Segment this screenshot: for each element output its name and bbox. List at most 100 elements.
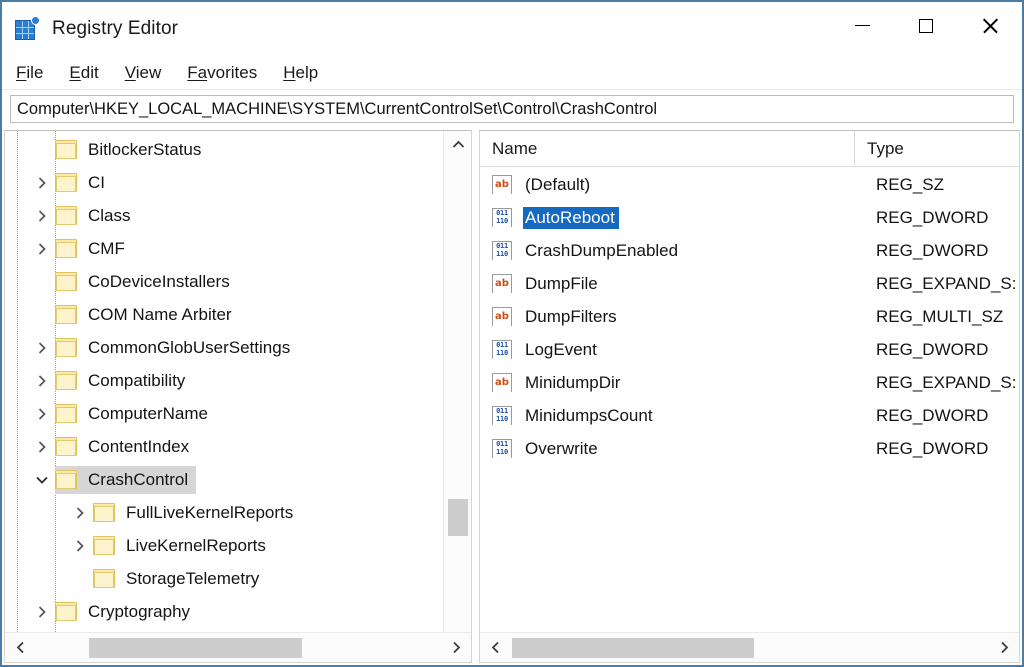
value-row[interactable]: ab DumpFile REG_EXPAND_S: <box>480 267 1019 300</box>
value-row[interactable]: ab DumpFilters REG_MULTI_SZ <box>480 300 1019 333</box>
menu-bar: File Edit View Favorites Help <box>2 56 1022 90</box>
value-name: MinidumpsCount <box>525 405 653 425</box>
chevron-right-icon[interactable] <box>441 633 471 662</box>
string-value-icon: ab <box>492 372 514 393</box>
chevron-down-icon[interactable] <box>29 466 55 494</box>
value-row[interactable]: 011 110 CrashDumpEnabled REG_DWORD <box>480 234 1019 267</box>
value-row[interactable]: ab MinidumpDir REG_EXPAND_S: <box>480 366 1019 399</box>
key-tree-pane: BitlockerStatus CI Class CMF CoDeviceInstall… <box>4 130 472 663</box>
minimize-button[interactable] <box>830 2 894 49</box>
tree-item-com-name-arbiter[interactable]: COM Name Arbiter <box>5 298 471 331</box>
tree-item-label: CI <box>88 173 105 192</box>
chevron-right-icon[interactable] <box>29 400 55 428</box>
folder-icon <box>55 238 79 259</box>
tree-horizontal-scrollbar[interactable] <box>5 632 471 662</box>
folder-icon <box>55 271 79 292</box>
key-tree-body[interactable]: BitlockerStatus CI Class CMF CoDeviceInstall… <box>5 131 471 632</box>
maximize-button[interactable] <box>894 2 958 49</box>
tree-item-bitlockerstatus[interactable]: BitlockerStatus <box>5 133 471 166</box>
values-hscroll-thumb[interactable] <box>512 638 754 658</box>
chevron-right-icon[interactable] <box>29 433 55 461</box>
tree-item-label: Class <box>88 206 131 225</box>
tree-item-label: COM Name Arbiter <box>88 305 232 324</box>
chevron-right-icon[interactable] <box>29 202 55 230</box>
folder-icon <box>55 172 79 193</box>
string-value-icon: ab <box>492 174 514 195</box>
folder-icon <box>55 205 79 226</box>
value-name: AutoReboot <box>523 206 619 229</box>
tree-item-label: FullLiveKernelReports <box>126 503 294 522</box>
value-type: REG_DWORD <box>876 207 989 227</box>
dword-value-icon: 011 110 <box>492 240 514 261</box>
value-type: REG_DWORD <box>876 339 989 359</box>
chevron-right-icon[interactable] <box>29 598 55 626</box>
pane-splitter[interactable] <box>472 130 479 663</box>
tree-item-label: StorageTelemetry <box>126 569 260 588</box>
dword-value-icon: 011 110 <box>492 405 514 426</box>
tree-item-cryptography[interactable]: Cryptography <box>5 595 471 628</box>
tree-item-codeviceinstallers[interactable]: CoDeviceInstallers <box>5 265 471 298</box>
address-bar[interactable]: Computer\HKEY_LOCAL_MACHINE\SYSTEM\Curre… <box>10 95 1014 123</box>
tree-item-crashcontrol[interactable]: CrashControl <box>5 463 471 496</box>
menu-item-file[interactable]: File <box>16 61 56 85</box>
key-tree-list: BitlockerStatus CI Class CMF CoDeviceInstall… <box>5 133 471 632</box>
chevron-left-icon[interactable] <box>480 633 510 662</box>
chevron-right-icon[interactable] <box>67 499 93 527</box>
folder-icon <box>93 535 117 556</box>
folder-icon <box>55 403 79 424</box>
chevron-right-icon[interactable] <box>989 633 1019 662</box>
chevron-right-icon[interactable] <box>29 169 55 197</box>
tree-item-ci[interactable]: CI <box>5 166 471 199</box>
tree-item-computername[interactable]: ComputerName <box>5 397 471 430</box>
tree-item-label: ContentIndex <box>88 437 190 456</box>
menu-accel-edit: E <box>69 62 81 82</box>
chevron-right-icon[interactable] <box>29 367 55 395</box>
chevron-up-icon[interactable] <box>444 131 471 157</box>
close-button[interactable] <box>958 2 1022 49</box>
values-horizontal-scrollbar[interactable] <box>480 632 1019 662</box>
menu-item-help[interactable]: Help <box>283 61 331 85</box>
value-type: REG_EXPAND_S: <box>876 273 1017 293</box>
column-header-type[interactable]: Type <box>854 131 1019 166</box>
chevron-right-icon[interactable] <box>29 235 55 263</box>
chevron-left-icon[interactable] <box>5 633 35 662</box>
value-row[interactable]: 011 110 AutoReboot REG_DWORD <box>480 201 1019 234</box>
folder-icon <box>55 337 79 358</box>
folder-icon <box>55 436 79 457</box>
tree-item-label: CommonGlobUserSettings <box>88 338 291 357</box>
chevron-right-icon[interactable] <box>29 334 55 362</box>
folder-icon <box>55 469 79 490</box>
value-row[interactable]: 011 110 MinidumpsCount REG_DWORD <box>480 399 1019 432</box>
folder-icon <box>55 370 79 391</box>
value-row[interactable]: 011 110 Overwrite REG_DWORD <box>480 432 1019 465</box>
value-row[interactable]: ab (Default) REG_SZ <box>480 168 1019 201</box>
menu-rest-view: iew <box>135 62 162 82</box>
folder-icon <box>55 601 79 622</box>
panes-container: BitlockerStatus CI Class CMF CoDeviceInstall… <box>4 130 1020 663</box>
window-title: Registry Editor <box>52 18 179 39</box>
tree-item-compatibility[interactable]: Compatibility <box>5 364 471 397</box>
tree-item-commonglobusersettings[interactable]: CommonGlobUserSettings <box>5 331 471 364</box>
tree-item-label: CMF <box>88 239 125 258</box>
dword-value-icon: 011 110 <box>492 438 514 459</box>
menu-item-edit[interactable]: Edit <box>69 61 111 85</box>
tree-item-livekernelreports[interactable]: LiveKernelReports <box>5 529 471 562</box>
menu-item-view[interactable]: View <box>125 61 175 85</box>
menu-rest-file: ile <box>26 62 44 82</box>
tree-item-storagetelemetry[interactable]: StorageTelemetry <box>5 562 471 595</box>
menu-item-favorites[interactable]: Favorites <box>187 61 270 85</box>
tree-vertical-scrollbar[interactable] <box>443 131 471 662</box>
chevron-right-icon[interactable] <box>67 532 93 560</box>
column-header-name[interactable]: Name <box>480 131 854 166</box>
tree-item-cmf[interactable]: CMF <box>5 232 471 265</box>
tree-scroll-thumb[interactable] <box>448 499 468 536</box>
tree-item-label: Cryptography <box>88 602 191 621</box>
value-row[interactable]: 011 110 LogEvent REG_DWORD <box>480 333 1019 366</box>
menu-rest-help: elp <box>295 62 319 82</box>
tree-item-fulllivekernelreports[interactable]: FullLiveKernelReports <box>5 496 471 529</box>
tree-item-contentindex[interactable]: ContentIndex <box>5 430 471 463</box>
tree-hscroll-thumb[interactable] <box>89 638 302 658</box>
tree-item-class[interactable]: Class <box>5 199 471 232</box>
values-list[interactable]: ab (Default) REG_SZ 011 110 AutoReboot REG_DWO… <box>480 167 1019 632</box>
